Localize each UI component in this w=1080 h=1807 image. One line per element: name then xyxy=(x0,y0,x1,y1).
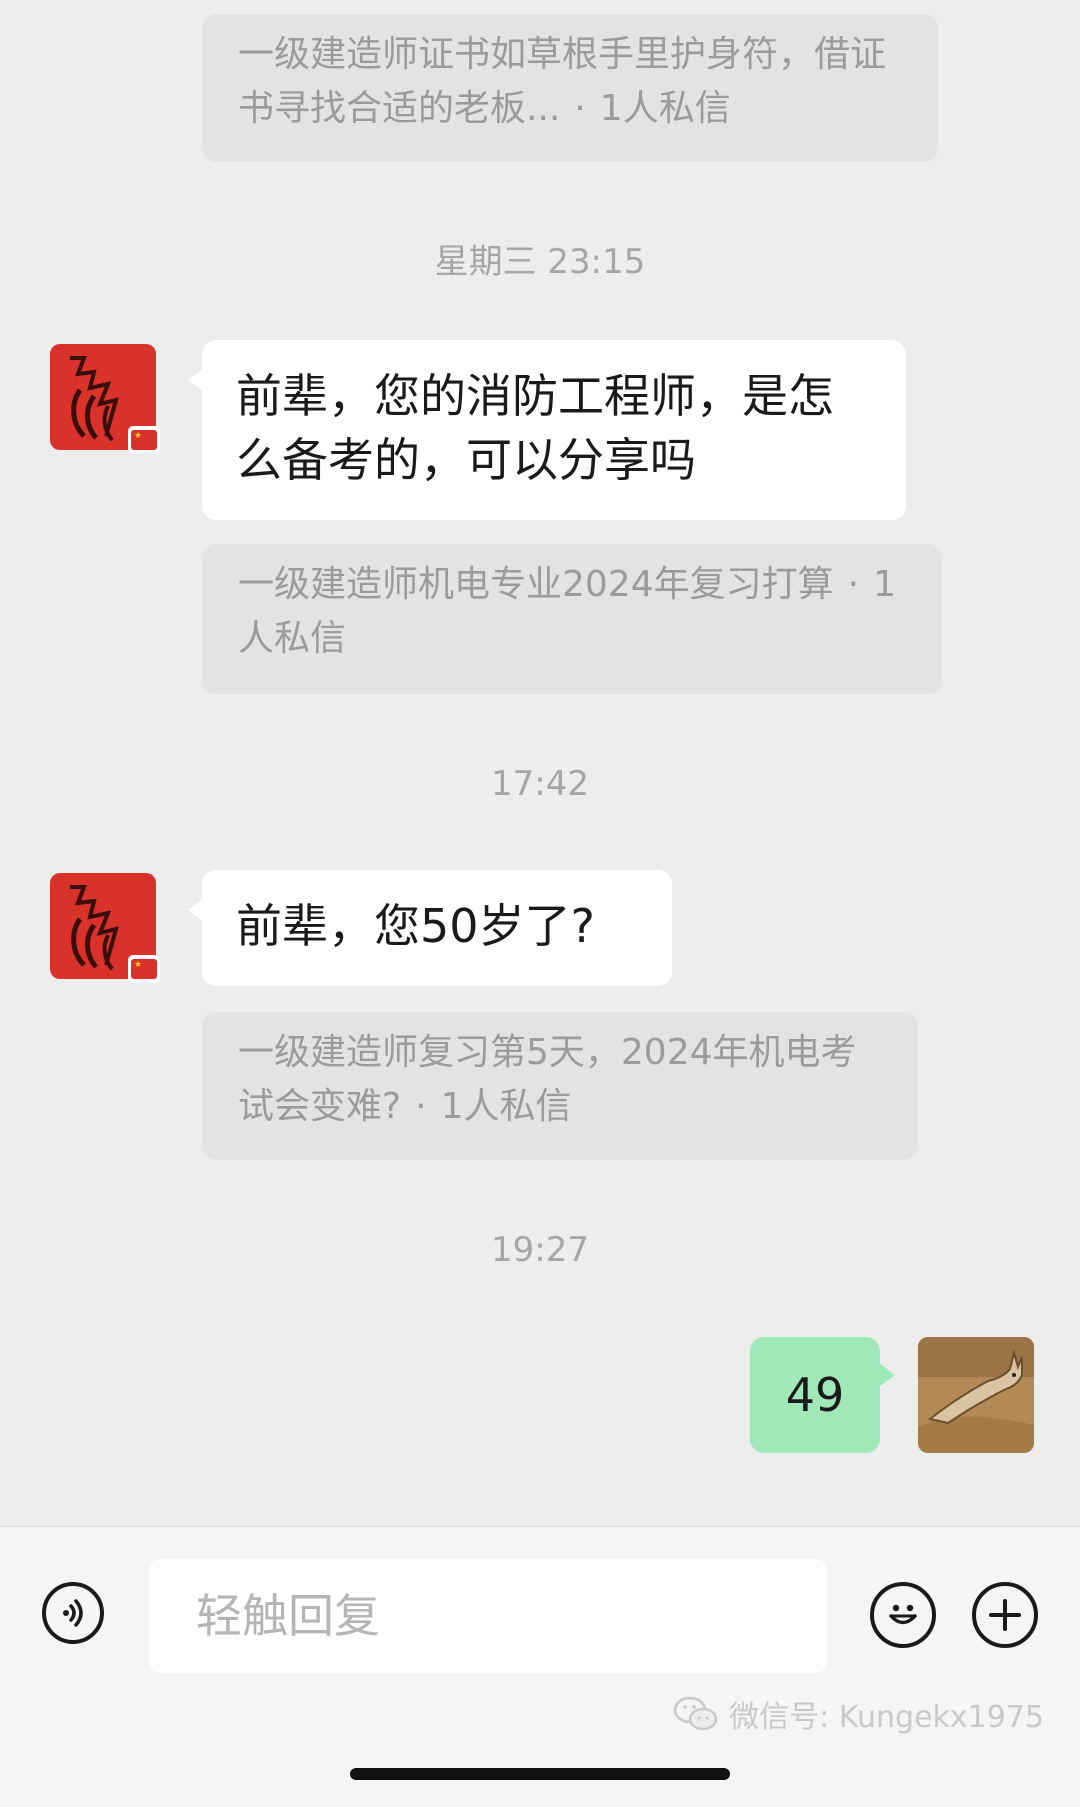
china-flag-icon xyxy=(128,426,160,454)
emoji-icon xyxy=(889,1604,917,1625)
reply-input[interactable] xyxy=(150,1559,826,1673)
message-bubble[interactable]: 前辈，您50岁了? xyxy=(188,870,672,986)
plus-icon xyxy=(989,1599,1021,1631)
wechat-logo-icon xyxy=(673,1696,718,1731)
watermark-text: 微信号: Kungekx1975 xyxy=(729,1700,1044,1735)
contact-avatar[interactable] xyxy=(50,344,160,454)
timestamp: 17:42 xyxy=(491,764,589,804)
quoted-post-card[interactable]: 一级建造师证书如草根手里护身符，借证书寻找合适的老板... · 1人私信 xyxy=(202,14,938,162)
quoted-post-meta: 1人私信 xyxy=(599,88,731,129)
rabbit-photo-icon xyxy=(918,1337,1034,1453)
user-avatar[interactable] xyxy=(918,1337,1034,1453)
voice-icon xyxy=(63,1599,83,1627)
separator-dot: · xyxy=(847,564,860,605)
timestamp: 19:27 xyxy=(491,1230,589,1270)
quoted-post-title: 一级建造师机电专业2024年复习打算 xyxy=(238,564,834,605)
emoji-button[interactable] xyxy=(870,1582,936,1648)
sent-message-bubble[interactable]: 49 xyxy=(750,1337,895,1453)
quoted-post-card[interactable]: 一级建造师复习第5天，2024年机电考试会变难? · 1人私信 xyxy=(202,1012,918,1160)
quoted-post-card[interactable]: 一级建造师机电专业2024年复习打算 · 1人私信 xyxy=(202,544,942,694)
separator-dot: · xyxy=(574,88,586,129)
contact-avatar[interactable] xyxy=(50,873,160,983)
timestamp: 星期三 23:15 xyxy=(434,242,646,282)
message-bubble[interactable]: 前辈，您的消防工程师，是怎么备考的，可以分享吗 xyxy=(188,340,906,520)
home-indicator[interactable] xyxy=(350,1768,730,1780)
message-text: 49 xyxy=(785,1368,845,1422)
voice-input-button[interactable] xyxy=(42,1582,104,1644)
china-flag-icon xyxy=(128,955,160,983)
more-options-button[interactable] xyxy=(972,1582,1038,1648)
wechat-watermark: 微信号: Kungekx1975 xyxy=(673,1692,1044,1736)
message-text: 前辈，您的消防工程师，是怎么备考的，可以分享吗 xyxy=(236,369,834,487)
quoted-post-title: 一级建造师证书如草根手里护身符，借证书寻找合适的老板... xyxy=(238,34,887,129)
separator-dot: · xyxy=(415,1086,427,1127)
message-text: 前辈，您50岁了? xyxy=(236,899,595,953)
quoted-post-meta: 1人私信 xyxy=(440,1086,572,1127)
